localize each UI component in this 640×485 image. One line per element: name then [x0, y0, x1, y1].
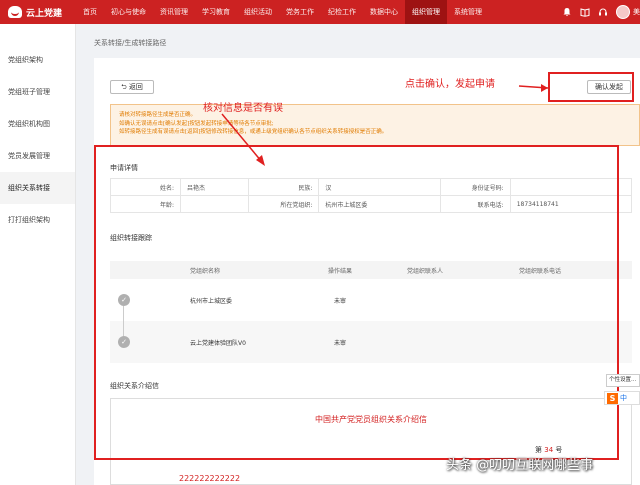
input-method-bar[interactable]: S 中: [604, 391, 640, 405]
watermark: 头条 @叨叨互联网哪些事: [446, 458, 594, 473]
ime-mode: 中: [620, 394, 627, 402]
sogou-logo-icon: S: [607, 392, 618, 404]
tooltip-settings[interactable]: 个性设置...: [606, 374, 640, 387]
annotation-arrows: [221, 84, 549, 166]
